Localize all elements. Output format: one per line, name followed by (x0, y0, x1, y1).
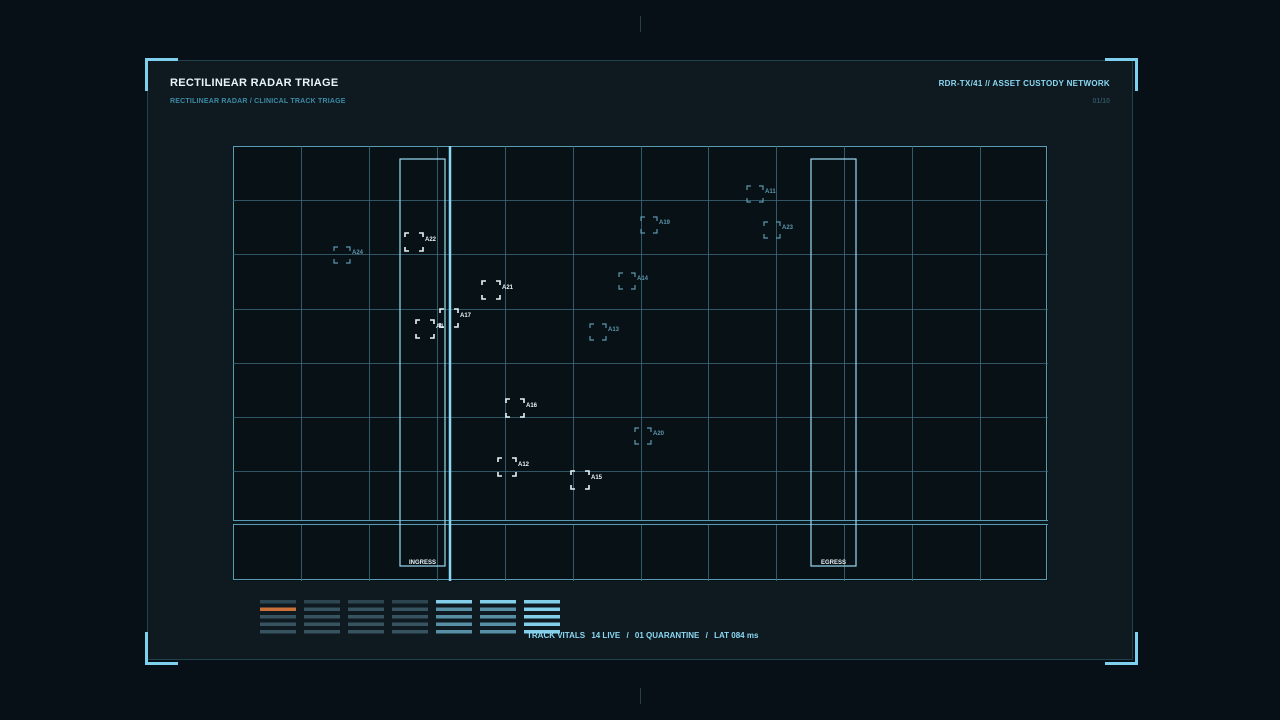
track-marker[interactable]: A11 (746, 185, 776, 203)
meter-segment (436, 615, 472, 619)
target-bracket-icon (618, 272, 636, 290)
meter-segment (436, 600, 472, 604)
meter-segment (260, 600, 296, 604)
meter-segment (260, 607, 296, 611)
meter-segment (524, 622, 560, 626)
target-bracket-icon (634, 427, 652, 445)
meter-segment (480, 615, 516, 619)
meter-segment (480, 630, 516, 634)
track-marker[interactable]: A16 (505, 398, 538, 418)
vitals-separator: / (626, 631, 629, 640)
track-id-label: A19 (659, 220, 671, 226)
egress-label: EGRESS (821, 560, 846, 566)
page-indicator: 01/10 (1092, 98, 1110, 105)
meter-segment (260, 630, 296, 634)
track-marker[interactable]: A20 (634, 427, 665, 445)
meter-segment (304, 622, 340, 626)
vitals-quarantine-count: 01 QUARANTINE (634, 631, 700, 640)
meter-segment (348, 622, 384, 626)
target-bracket-icon (640, 216, 658, 234)
meter-bars (260, 600, 560, 634)
track-id-label: A11 (765, 189, 776, 195)
vitals-label: TRACK VITALS (527, 631, 586, 640)
meter-segment (260, 615, 296, 619)
target-bracket-icon (404, 232, 424, 252)
meter-segment (392, 607, 428, 611)
track-markers: A11 A19 A23 A22 A24 A21 A14 A17 A1 A13 A16 A20 A12 A1… (333, 185, 794, 490)
target-bracket-icon (746, 185, 764, 203)
track-marker[interactable]: A21 (481, 280, 514, 300)
ingress-zone[interactable] (399, 158, 446, 567)
corner-bracket-bottom-left (145, 632, 178, 665)
track-id-label: A13 (608, 327, 620, 333)
meter-segment (392, 630, 428, 634)
track-id-label: A16 (526, 403, 538, 409)
track-id-label: A1 (436, 324, 444, 330)
track-id-label: A20 (653, 431, 665, 437)
meter-segment (524, 607, 560, 611)
target-bracket-icon (589, 323, 607, 341)
track-id-label: A24 (352, 250, 364, 256)
top-tick-mark (640, 16, 641, 32)
radar-panel[interactable]: INGRESS EGRESS A11 A19 A23 A22 A24 A21 A14 A17 A… (233, 146, 1048, 581)
page-subtitle: RECTILINEAR RADAR / CLINICAL TRACK TRIAG… (170, 98, 346, 105)
channel-meters (260, 600, 570, 636)
network-ident: RDR-TX/41 // ASSET CUSTODY NETWORK (938, 79, 1110, 88)
radar-grid: INGRESS EGRESS A11A19A23A22A24A21A14A17A… (233, 146, 1048, 581)
vitals-latency: LAT 084 ms (714, 631, 759, 640)
meter-segment (304, 615, 340, 619)
meter-segment (304, 630, 340, 634)
track-marker[interactable]: A14 (618, 272, 649, 290)
meter-segment (480, 622, 516, 626)
target-bracket-icon (415, 319, 435, 339)
track-id-label: A14 (637, 276, 649, 282)
meter-segment (304, 600, 340, 604)
track-marker[interactable]: A1 (415, 319, 444, 339)
track-id-label: A21 (502, 285, 514, 291)
track-marker[interactable]: A15 (570, 470, 603, 490)
corner-bracket-bottom-right (1105, 632, 1138, 665)
meter-segment (436, 630, 472, 634)
meter-segment (260, 622, 296, 626)
meter-segment (348, 600, 384, 604)
track-id-label: A15 (591, 475, 603, 481)
track-marker[interactable]: A19 (640, 216, 671, 234)
track-marker[interactable]: A23 (763, 221, 794, 239)
meter-segment (348, 607, 384, 611)
radar-border (233, 146, 1047, 580)
meter-segment (392, 622, 428, 626)
egress-zone[interactable] (810, 158, 857, 567)
meter-segment (524, 615, 560, 619)
bottom-tick-mark (640, 688, 641, 704)
meter-segment (304, 607, 340, 611)
ingress-label: INGRESS (409, 560, 436, 566)
track-id-label: A23 (782, 225, 794, 231)
meter-segment (524, 600, 560, 604)
target-bracket-icon (481, 280, 501, 300)
track-id-label: A17 (460, 313, 472, 319)
target-bracket-icon (497, 457, 517, 477)
track-vitals-readout: TRACK VITALS 14 LIVE / 01 QUARANTINE / L… (527, 631, 762, 640)
meter-segment (436, 607, 472, 611)
meter-segment (392, 600, 428, 604)
meter-segment (348, 615, 384, 619)
meter-segment (392, 615, 428, 619)
meter-segment (480, 607, 516, 611)
target-bracket-icon (505, 398, 525, 418)
meter-segment (480, 600, 516, 604)
target-bracket-icon (333, 246, 351, 264)
track-id-label: A22 (425, 237, 437, 243)
grid-lines (233, 146, 1048, 581)
track-marker[interactable]: A12 (497, 457, 530, 477)
track-marker[interactable]: A22 (404, 232, 437, 252)
track-marker[interactable]: A13 (589, 323, 620, 341)
track-id-label: A12 (518, 462, 530, 468)
vitals-live-count: 14 LIVE (591, 631, 621, 640)
meter-segment (436, 622, 472, 626)
meter-segment (348, 630, 384, 634)
target-bracket-icon (763, 221, 781, 239)
track-marker[interactable]: A24 (333, 246, 364, 264)
vitals-separator: / (705, 631, 708, 640)
page-title: RECTILINEAR RADAR TRIAGE (170, 77, 339, 89)
